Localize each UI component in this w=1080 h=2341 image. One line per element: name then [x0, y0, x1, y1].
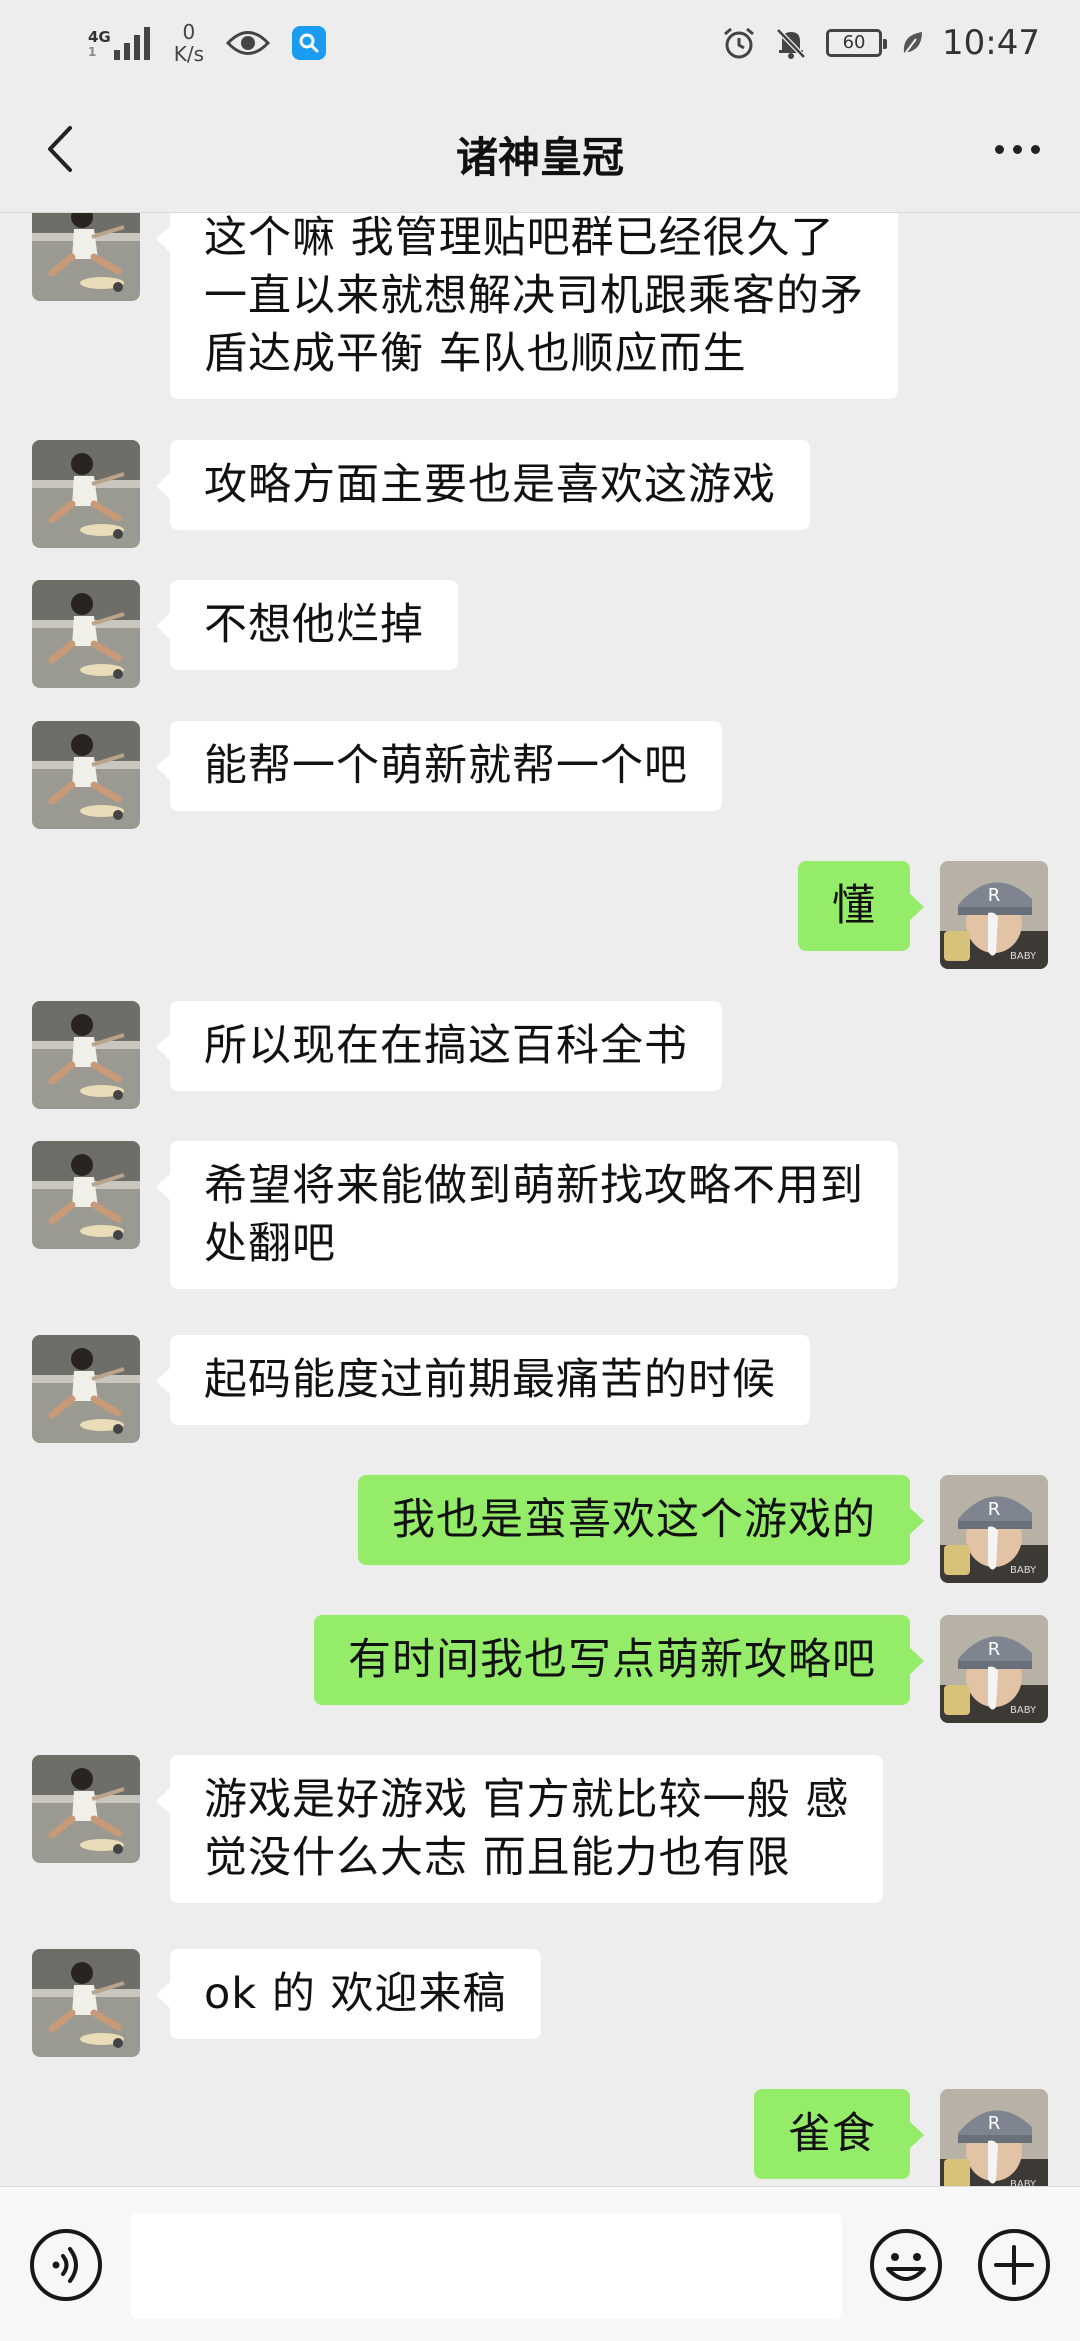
network-indicator: 4G 1: [88, 26, 152, 60]
contact-avatar[interactable]: [32, 1755, 140, 1863]
received-message[interactable]: 所以现在在搞这百科全书: [156, 1001, 722, 1091]
contact-avatar[interactable]: [32, 721, 140, 829]
received-message[interactable]: 攻略方面主要也是喜欢这游戏: [156, 440, 810, 530]
my-avatar[interactable]: R BABY: [940, 1615, 1048, 1723]
eye-icon: [226, 31, 271, 55]
more-dots-icon: [994, 144, 1004, 154]
message-input[interactable]: [130, 2213, 842, 2319]
leaf-icon: [903, 32, 923, 56]
my-avatar[interactable]: R BABY: [940, 1475, 1048, 1583]
sent-message[interactable]: 懂: [798, 861, 924, 951]
sent-message[interactable]: 雀食: [754, 2089, 924, 2179]
bell-muted-icon: [776, 28, 806, 59]
sent-message[interactable]: 有时间我也写点萌新攻略吧: [314, 1615, 924, 1705]
my-avatar[interactable]: R BABY: [940, 2089, 1048, 2186]
received-message[interactable]: ok 的 欢迎来稿: [156, 1949, 541, 2039]
message-list[interactable]: 这个嘛 我管理贴吧群已经很久了 一直以来就想解决司机跟乘客的矛 盾达成平衡 车队…: [0, 213, 1080, 2186]
network-type: 4G: [88, 28, 111, 46]
network-sub: 1: [88, 45, 97, 59]
chat-title: 诸神皇冠: [455, 133, 624, 182]
svg-text:R: R: [988, 1639, 1001, 1660]
svg-text:BABY: BABY: [1010, 1565, 1037, 1576]
svg-text:BABY: BABY: [1010, 1705, 1037, 1716]
plus-icon: [978, 2229, 1050, 2301]
received-message[interactable]: 不想他烂掉: [156, 580, 458, 670]
voice-icon: [30, 2229, 102, 2301]
input-bar: [0, 2186, 1080, 2341]
contact-avatar[interactable]: [32, 1141, 140, 1249]
contact-avatar[interactable]: [32, 1335, 140, 1443]
contact-avatar[interactable]: [32, 440, 140, 548]
battery-indicator: 60: [826, 29, 888, 57]
voice-button[interactable]: [28, 2227, 104, 2303]
contact-avatar[interactable]: [32, 213, 140, 301]
speed-value: 0: [182, 20, 196, 44]
network-speed: 0 K/s: [174, 21, 204, 65]
received-message[interactable]: 游戏是好游戏 官方就比较一般 感 觉没什么大志 而且能力也有限: [155, 1755, 884, 1903]
more-options-button[interactable]: [982, 124, 1052, 174]
chat-header: 诸神皇冠: [0, 86, 1080, 213]
contact-avatar[interactable]: [32, 580, 140, 688]
svg-text:BABY: BABY: [1010, 951, 1037, 962]
received-message[interactable]: 这个嘛 我管理贴吧群已经很久了 一直以来就想解决司机跟乘客的矛 盾达成平衡 车队…: [156, 213, 898, 399]
contact-avatar[interactable]: [32, 1001, 140, 1109]
alarm-icon: [724, 27, 754, 59]
received-message[interactable]: 希望将来能做到萌新找攻略不用到 处翻吧: [156, 1141, 898, 1289]
received-message[interactable]: 能帮一个萌新就帮一个吧: [156, 721, 722, 811]
speed-unit: K/s: [173, 42, 205, 66]
contact-avatar[interactable]: [32, 1949, 140, 2057]
more-functions-button[interactable]: [976, 2227, 1052, 2303]
emoji-button[interactable]: [868, 2227, 944, 2303]
svg-text:BABY: BABY: [1010, 2179, 1037, 2186]
search-app-icon: [292, 26, 327, 60]
svg-text:R: R: [988, 2113, 1001, 2134]
received-message[interactable]: 起码能度过前期最痛苦的时候: [156, 1335, 810, 1425]
svg-text:R: R: [988, 885, 1001, 906]
clock: 10:47: [942, 23, 1040, 63]
status-bar: 4G 1 0 K/s 60 10:47: [0, 0, 1080, 86]
signal-icon: [113, 27, 150, 60]
emoji-icon: [870, 2229, 942, 2301]
sent-message[interactable]: 我也是蛮喜欢这个游戏的: [358, 1475, 924, 1565]
my-avatar[interactable]: R BABY: [940, 861, 1048, 969]
svg-text:R: R: [988, 1499, 1001, 1520]
